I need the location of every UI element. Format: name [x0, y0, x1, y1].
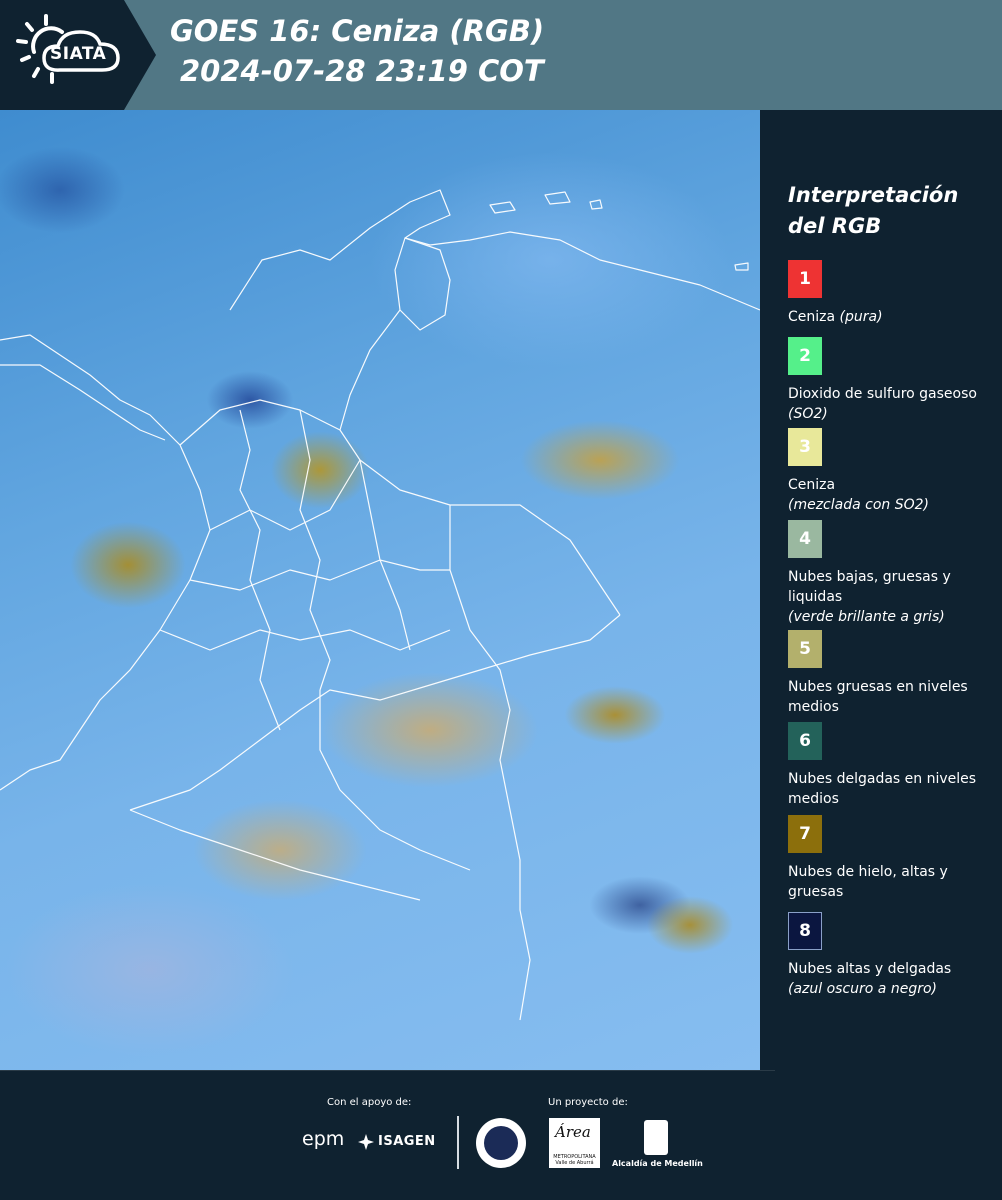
- legend-swatch-4: 4: [788, 520, 822, 558]
- legend-title: Interpretación del RGB: [788, 183, 959, 238]
- legend-swatch-1: 1: [788, 260, 822, 298]
- legend-item-3: 3 Ceniza (mezclada con SO2): [788, 428, 994, 515]
- isagen-logo: ISAGEN: [378, 1134, 436, 1149]
- legend-swatch-5: 5: [788, 630, 822, 668]
- legend-label-4: Nubes bajas, gruesas y liquidas (verde br…: [788, 569, 951, 625]
- border-south: [129, 614, 621, 811]
- seal-inner-icon: [484, 1126, 518, 1160]
- legend-item-8: 8 Nubes altas y delgadas (azul oscuro a n…: [788, 912, 994, 999]
- seal-icon: [476, 1118, 526, 1168]
- island-4: [734, 262, 749, 271]
- legend-swatch-8: 8: [788, 912, 822, 950]
- border-col-ven: [339, 309, 621, 616]
- coastline-north: [229, 189, 760, 311]
- map-boundaries: [0, 189, 760, 1021]
- area-metropolitana-logo: Área METROPOLITANA Valle de Aburrá: [549, 1118, 600, 1168]
- legend-panel: Interpretación del RGB 1 Ceniza (pura) 2…: [760, 110, 1002, 1070]
- alcaldia-logo-text: Alcaldía de Medellín: [612, 1159, 703, 1168]
- legend-item-5: 5 Nubes gruesas en niveles medios: [788, 630, 994, 717]
- coastline-central-america: [0, 364, 166, 441]
- department-lines-2: [179, 399, 341, 446]
- footer-divider-line: [0, 1070, 775, 1071]
- department-lines-5: [239, 409, 281, 731]
- legend-item-7: 7 Nubes de hielo, altas y gruesas: [788, 815, 994, 902]
- legend-label-8: Nubes altas y delgadas (azul oscuro a neg…: [788, 961, 952, 997]
- department-lines-4: [159, 629, 451, 651]
- department-lines-7: [359, 459, 411, 651]
- legend-swatch-3: 3: [788, 428, 822, 466]
- page-title: GOES 16: Ceniza (RGB): [170, 14, 545, 48]
- department-lines-6: [299, 409, 331, 691]
- legend-label-2: Dioxido de sulfuro gaseoso (SO2): [788, 386, 977, 422]
- satellite-map[interactable]: [0, 110, 760, 1070]
- footer: Con el apoyo de: Un proyecto de: epm ISA…: [0, 1070, 1002, 1200]
- border-brazil: [449, 505, 531, 1021]
- legend-swatch-7: 7: [788, 815, 822, 853]
- legend-label-1: Ceniza (pura): [788, 309, 883, 325]
- island-2: [544, 191, 571, 205]
- project-label: Un proyecto de:: [548, 1097, 628, 1108]
- island-3: [589, 199, 603, 210]
- legend-label-3: Ceniza (mezclada con SO2): [788, 477, 930, 513]
- epm-logo: epm: [302, 1128, 345, 1150]
- footer-divider: [457, 1116, 459, 1169]
- coat-of-arms-icon: [644, 1120, 668, 1155]
- legend-item-6: 6 Nubes delgadas en niveles medios: [788, 722, 994, 809]
- coastline-pacific: [0, 334, 211, 791]
- support-label: Con el apoyo de:: [327, 1097, 412, 1108]
- border-amazon: [319, 690, 471, 871]
- border-ecuador: [129, 809, 421, 901]
- department-lines-3: [189, 559, 450, 591]
- island-1: [489, 201, 516, 214]
- area-logo-mark: Área: [555, 1123, 591, 1141]
- page-timestamp: 2024-07-28 23:19 COT: [180, 54, 544, 88]
- legend-swatch-6: 6: [788, 722, 822, 760]
- legend-item-4: 4 Nubes bajas, gruesas y liquidas (verde …: [788, 520, 994, 627]
- isagen-icon: [358, 1134, 374, 1150]
- legend-label-6: Nubes delgadas en niveles medios: [788, 771, 977, 807]
- legend-label-5: Nubes gruesas en niveles medios: [788, 679, 968, 715]
- logo-text: SIATA: [50, 44, 107, 64]
- siata-logo: SIATA: [0, 0, 156, 110]
- legend-item-2: 2 Dioxido de sulfuro gaseoso (SO2): [788, 337, 994, 424]
- header-bar: SIATA GOES 16: Ceniza (RGB) 2024-07-28 2…: [0, 0, 1002, 110]
- department-lines-1: [209, 459, 361, 531]
- area-logo-subtitle: METROPOLITANA Valle de Aburrá: [553, 1154, 596, 1166]
- lake-maracaibo: [394, 237, 451, 331]
- legend-swatch-2: 2: [788, 337, 822, 375]
- legend-label-7: Nubes de hielo, altas y gruesas: [788, 864, 948, 900]
- legend-item-1: 1 Ceniza (pura): [788, 260, 994, 327]
